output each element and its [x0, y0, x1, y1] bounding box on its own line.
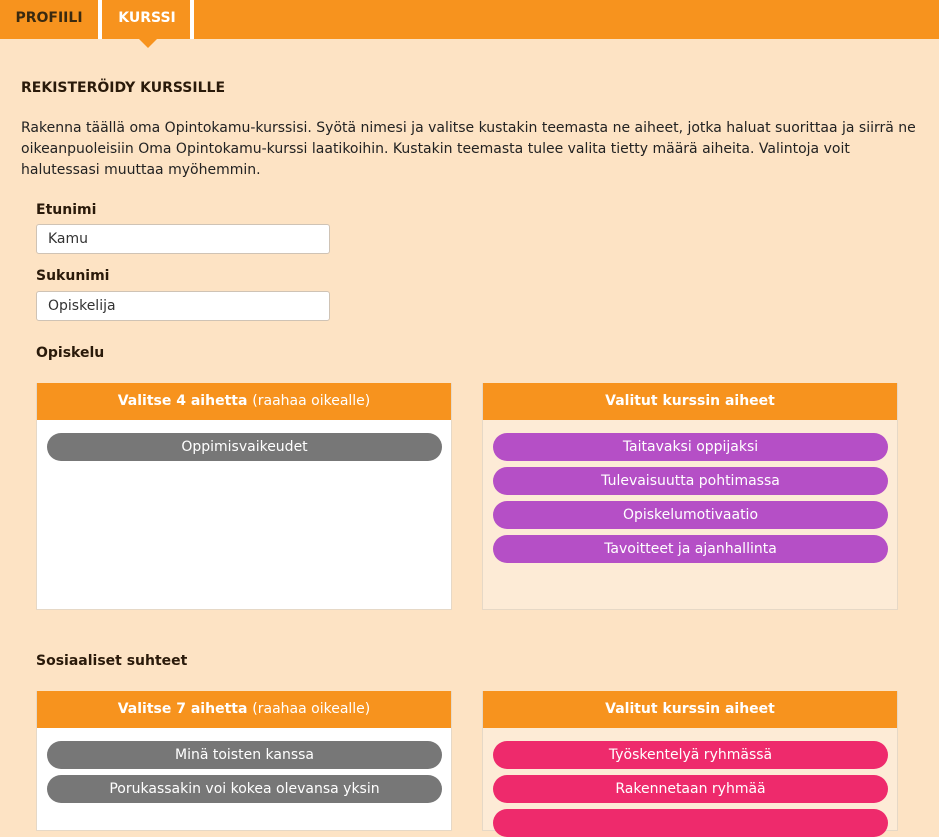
- page-title: REKISTERÖIDY KURSSILLE: [21, 80, 226, 96]
- tab-kurssi[interactable]: KURSSI: [104, 0, 190, 39]
- available-topics-heading: Valitse 4 aihetta (raahaa oikealle): [37, 383, 451, 420]
- tab-divider: [98, 0, 102, 39]
- topic-pill[interactable]: Oppimisvaikeudet: [47, 433, 442, 461]
- selected-topic-pill[interactable]: Taitavaksi oppijaksi: [493, 433, 888, 461]
- selected-topics-panel[interactable]: Valitut kurssin aiheet Taitavaksi oppija…: [482, 383, 898, 610]
- selected-topics-list: Työskentelyä ryhmässä Rakennetaan ryhmää: [483, 728, 897, 837]
- topic-pill[interactable]: Minä toisten kanssa: [47, 741, 442, 769]
- available-topics-panel[interactable]: Valitse 7 aihetta (raahaa oikealle) Minä…: [36, 691, 452, 831]
- first-name-label: Etunimi: [36, 202, 97, 218]
- first-name-input[interactable]: [36, 224, 330, 254]
- available-topics-list: Oppimisvaikeudet: [37, 420, 451, 461]
- selected-topic-pill[interactable]: Tulevaisuutta pohtimassa: [493, 467, 888, 495]
- last-name-label: Sukunimi: [36, 268, 110, 284]
- intro-text: Rakenna täällä oma Opintokamu-kurssisi. …: [21, 120, 916, 178]
- available-topics-list: Minä toisten kanssa Porukassakin voi kok…: [37, 728, 451, 803]
- section-title-opiskelu: Opiskelu: [36, 345, 105, 361]
- selected-topic-pill[interactable]: Rakennetaan ryhmää: [493, 775, 888, 803]
- selected-topics-heading: Valitut kurssin aiheet: [483, 691, 897, 728]
- heading-main: Valitse 7 aihetta: [117, 701, 248, 717]
- selected-topic-pill[interactable]: [493, 809, 888, 837]
- selected-topics-heading: Valitut kurssin aiheet: [483, 383, 897, 420]
- selected-topic-pill[interactable]: Opiskelumotivaatio: [493, 501, 888, 529]
- top-nav-bar: PROFIILI KURSSI: [0, 0, 939, 39]
- tab-profiili[interactable]: PROFIILI: [0, 0, 98, 39]
- topic-pill[interactable]: Porukassakin voi kokea olevansa yksin: [47, 775, 442, 803]
- active-tab-indicator: [139, 39, 157, 48]
- drag-hint: (raahaa oikealle): [252, 701, 371, 717]
- selected-topics-list: Taitavaksi oppijaksi Tulevaisuutta pohti…: [483, 420, 897, 563]
- available-topics-heading: Valitse 7 aihetta (raahaa oikealle): [37, 691, 451, 728]
- heading-main: Valitse 4 aihetta: [117, 393, 248, 409]
- selected-topic-pill[interactable]: Tavoitteet ja ajanhallinta: [493, 535, 888, 563]
- selected-topics-panel[interactable]: Valitut kurssin aiheet Työskentelyä ryhm…: [482, 691, 898, 837]
- last-name-input[interactable]: [36, 291, 330, 321]
- section-title-sosiaaliset-suhteet: Sosiaaliset suhteet: [36, 653, 188, 669]
- tab-divider: [190, 0, 194, 39]
- available-topics-panel[interactable]: Valitse 4 aihetta (raahaa oikealle) Oppi…: [36, 383, 452, 610]
- selected-topic-pill[interactable]: Työskentelyä ryhmässä: [493, 741, 888, 769]
- drag-hint: (raahaa oikealle): [252, 393, 371, 409]
